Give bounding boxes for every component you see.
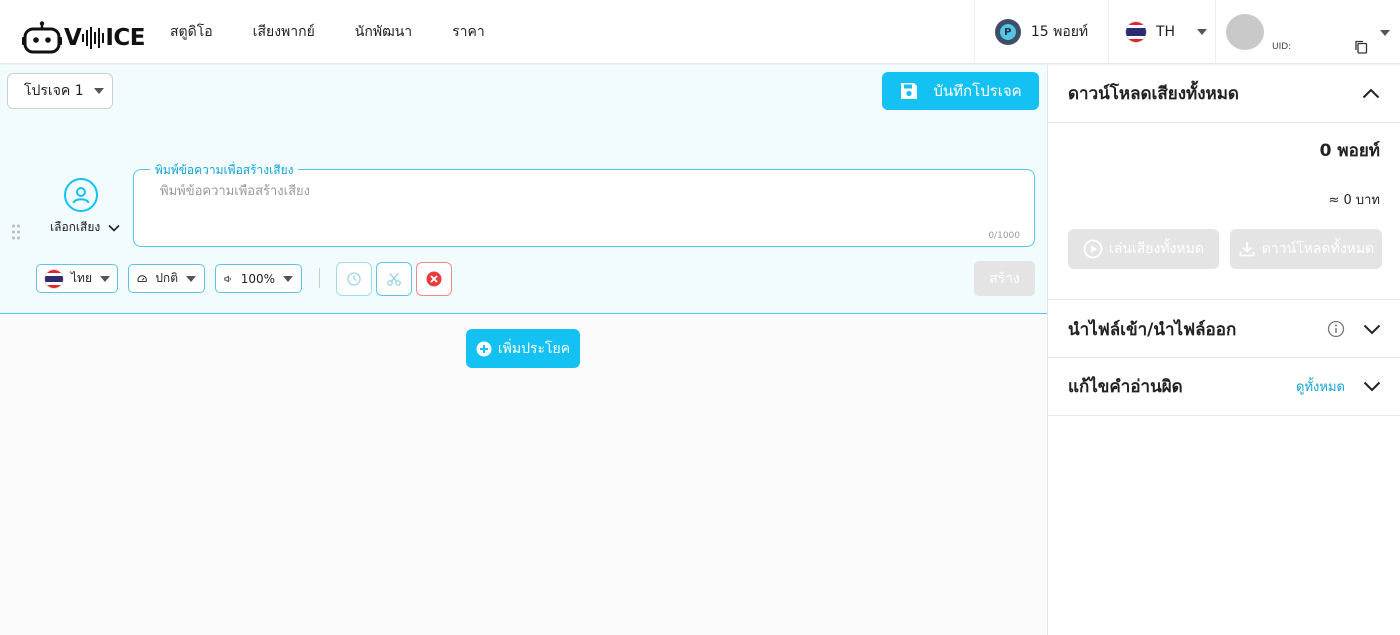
speaker-icon — [224, 274, 231, 283]
project-select[interactable]: โปรเจค 1 — [7, 73, 113, 109]
download-all-button[interactable]: ดาวน์โหลดทั้งหมด — [1230, 229, 1382, 269]
speed-value: ปกติ — [155, 271, 178, 285]
language-value: ไทย — [71, 271, 92, 285]
play-circle-icon — [1083, 239, 1103, 259]
drag-handle-icon[interactable] — [11, 223, 21, 241]
create-label: สร้าง — [989, 270, 1020, 287]
total-baht: ≈ 0 บาท — [1328, 193, 1380, 208]
language-select[interactable]: TH — [1110, 0, 1216, 64]
language-dropdown[interactable]: ไทย — [36, 264, 118, 293]
create-button[interactable]: สร้าง — [974, 261, 1035, 296]
chevron-down-icon — [108, 224, 120, 232]
nav-voices[interactable]: เสียงพากย์ — [253, 21, 315, 43]
points-balance[interactable]: P 15 พอยท์ — [974, 0, 1109, 64]
thai-flag-icon — [45, 269, 63, 288]
nav-studio[interactable]: สตูดิโอ — [170, 21, 213, 43]
save-project-label: บันทึกโปรเจค — [933, 82, 1022, 100]
main-nav: สตูดิโอ เสียงพากย์ นักพัฒนา ราคา — [170, 0, 485, 64]
coin-letter: P — [999, 24, 1016, 40]
speed-dropdown[interactable]: ปกติ — [128, 264, 205, 293]
chevron-down-icon[interactable] — [1363, 324, 1381, 335]
chevron-down-icon — [93, 88, 104, 94]
chevron-down-icon — [186, 275, 196, 282]
language-label: TH — [1156, 24, 1176, 40]
logo-wordmark: V ICE — [64, 25, 145, 51]
chevron-up-icon[interactable] — [1362, 88, 1380, 99]
nav-pricing[interactable]: ราคา — [452, 21, 485, 43]
scissors-icon — [387, 273, 401, 286]
top-bar: V ICE สตูดิโอ เสียงพากย์ นักพัฒนา ราคา P… — [0, 0, 1400, 64]
sound-wave-icon — [82, 26, 105, 50]
pause-timer-button[interactable] — [336, 262, 372, 296]
voice-select-label: เลือกเสียง — [50, 220, 101, 234]
points-label: 15 พอยท์ — [1030, 24, 1089, 40]
delete-sentence-button[interactable] — [416, 262, 452, 296]
see-all-link[interactable]: ดูทั้งหมด — [1296, 376, 1345, 397]
import-export-section[interactable]: นำไฟล์เข้า/นำไฟล์ออก — [1048, 299, 1400, 358]
download-panel: ดาวน์โหลดเสียงทั้งหมด 0 พอยท์ ≈ 0 บาท เล… — [1047, 65, 1400, 635]
avatar[interactable] — [1226, 14, 1264, 50]
speedometer-icon — [137, 274, 147, 282]
logo-text-pre: V — [64, 25, 82, 51]
total-points: 0 พอยท์ — [1319, 141, 1380, 161]
mispronounce-label: แก้ไขคำอ่านผิด — [1068, 377, 1183, 397]
text-field-legend: พิมพ์ข้อความเพื่อสร้างเสียง — [150, 161, 299, 180]
info-icon[interactable] — [1327, 320, 1345, 338]
text-field[interactable]: พิมพ์ข้อความเพื่อสร้างเสียง 0/1000 — [133, 161, 1035, 247]
uid-label: UID: — [1272, 42, 1292, 52]
char-counter: 0/1000 — [988, 231, 1020, 241]
thai-flag-icon — [1126, 22, 1146, 42]
chevron-down-icon — [99, 275, 110, 282]
add-sentence-button[interactable]: เพิ่มประโยค — [466, 329, 580, 368]
split-sentence-button[interactable] — [376, 262, 412, 296]
chevron-down-icon[interactable] — [1363, 381, 1381, 392]
plus-circle-icon — [476, 341, 492, 356]
play-all-label: เล่นเสียงทั้งหมด — [1109, 241, 1204, 257]
download-all-label: ดาวน์โหลดทั้งหมด — [1261, 241, 1375, 257]
save-icon — [901, 83, 918, 99]
sentence-block: โปรเจค 1 บันทึกโปรเจค เลือกเสียง พิมพ์ข้… — [0, 65, 1047, 314]
text-input[interactable] — [160, 184, 1000, 199]
copy-icon[interactable] — [1354, 40, 1368, 54]
panel-title: ดาวน์โหลดเสียงทั้งหมด — [1068, 84, 1239, 104]
nav-developers[interactable]: นักพัฒนา — [355, 21, 412, 43]
user-voice-icon — [64, 178, 98, 212]
chevron-down-icon — [1197, 29, 1208, 35]
robot-logo-icon — [22, 21, 62, 54]
logo[interactable]: V ICE — [22, 20, 145, 56]
volume-value: 100% — [240, 271, 275, 286]
coin-icon: P — [994, 19, 1021, 45]
volume-dropdown[interactable]: 100% — [215, 264, 302, 293]
voice-select[interactable]: เลือกเสียง — [50, 178, 126, 237]
mispronounce-section[interactable]: แก้ไขคำอ่านผิด ดูทั้งหมด — [1048, 357, 1400, 416]
chevron-down-icon[interactable] — [1380, 30, 1390, 36]
logo-text-post: ICE — [105, 25, 145, 51]
download-icon — [1239, 242, 1255, 257]
clock-icon — [347, 272, 361, 286]
user-menu[interactable]: UID: — [1216, 0, 1400, 64]
import-export-label: นำไฟล์เข้า/นำไฟล์ออก — [1068, 319, 1237, 340]
close-circle-icon — [426, 271, 442, 287]
play-all-button[interactable]: เล่นเสียงทั้งหมด — [1068, 229, 1219, 269]
add-sentence-label: เพิ่มประโยค — [497, 340, 571, 357]
project-name: โปรเจค 1 — [24, 83, 84, 99]
divider — [319, 268, 320, 288]
chevron-down-icon — [283, 275, 293, 282]
download-panel-header[interactable]: ดาวน์โหลดเสียงทั้งหมด — [1048, 65, 1400, 123]
save-project-button[interactable]: บันทึกโปรเจค — [882, 72, 1039, 110]
editor-area: โปรเจค 1 บันทึกโปรเจค เลือกเสียง พิมพ์ข้… — [0, 65, 1047, 635]
